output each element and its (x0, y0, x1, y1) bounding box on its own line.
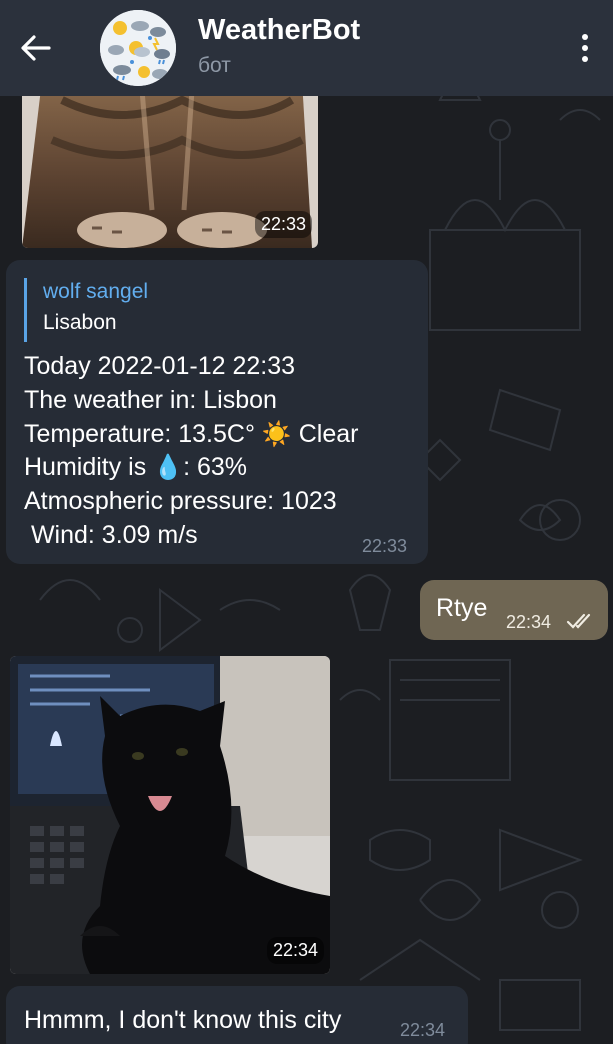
message-time: 22:34 (266, 937, 324, 964)
message-text: Rtye (436, 594, 488, 622)
chat-header: WeatherBot бот (0, 0, 613, 96)
outgoing-message-bubble[interactable]: Rtye 22:34 (420, 580, 608, 640)
black-cat-image (10, 656, 330, 974)
message-time: 22:33 (254, 211, 312, 238)
weather-humidity-line: Humidity is 💧: 63% (24, 453, 248, 482)
weather-temperature-line: Temperature: 13.5C° ☀️ Clear (24, 419, 359, 448)
chat-subtitle: бот (198, 54, 231, 77)
reply-quote[interactable]: wolf sangel Lisabon (24, 278, 324, 342)
arrow-left-icon (21, 35, 51, 61)
reply-author: wolf sangel (43, 280, 149, 303)
cat-photo-message[interactable]: 22:33 (22, 80, 318, 248)
weather-report: Today 2022-01-12 22:33 The weather in: L… (24, 350, 424, 553)
black-cat-photo-message[interactable]: 22:34 (10, 656, 330, 974)
message-time: 22:33 (362, 536, 408, 556)
more-vertical-icon (582, 34, 588, 40)
incoming-message-bubble[interactable]: Hmmm, I don't know this city 22:34 (6, 986, 468, 1044)
sun-icon: ☀️ (261, 420, 292, 448)
back-button[interactable] (18, 30, 54, 66)
message-text: Hmmm, I don't know this city (24, 1006, 342, 1034)
more-menu-button[interactable] (570, 28, 600, 68)
weather-date-line: Today 2022-01-12 22:33 (24, 352, 296, 380)
reply-text: Lisabon (43, 311, 117, 334)
bot-avatar[interactable] (100, 10, 176, 86)
message-time: 22:34 (400, 1020, 446, 1040)
weather-city-line: The weather in: Lisbon (24, 385, 277, 414)
weather-message-bubble[interactable]: wolf sangel Lisabon Today 2022-01-12 22:… (6, 260, 428, 564)
weather-pressure-line: Atmospheric pressure: 1023 (24, 487, 337, 516)
double-check-icon (566, 613, 591, 629)
droplet-icon: 💧 (153, 454, 184, 482)
message-time: 22:34 (506, 612, 552, 632)
chat-title[interactable]: WeatherBot (198, 14, 360, 47)
